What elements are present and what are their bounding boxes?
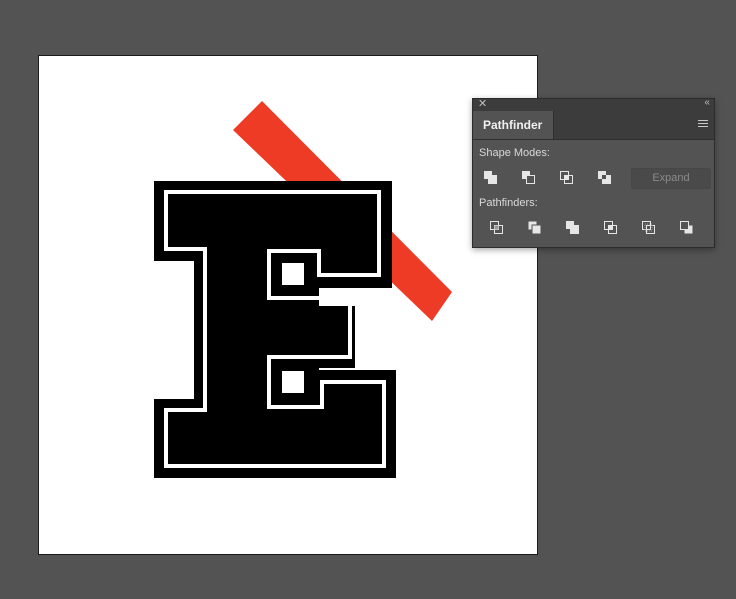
divide-icon[interactable] — [487, 218, 507, 238]
crop-icon[interactable] — [601, 218, 621, 238]
artwork-canvas[interactable] — [39, 56, 537, 554]
minus-front-icon[interactable] — [519, 168, 539, 188]
tab-pathfinder[interactable]: Pathfinder — [473, 111, 554, 139]
letter-e-lower-notch — [282, 371, 304, 393]
shape-modes-label: Shape Modes: — [479, 147, 550, 159]
panel-tab-bar: Pathfinder — [473, 111, 714, 140]
expand-button[interactable]: Expand — [631, 168, 711, 189]
collapse-panel-icon[interactable]: ‹‹ — [704, 97, 710, 108]
minus-back-icon[interactable] — [677, 218, 697, 238]
artboard[interactable] — [38, 55, 538, 555]
outline-icon[interactable] — [639, 218, 659, 238]
letter-e-upper-notch — [282, 263, 304, 285]
pathfinders-label: Pathfinders: — [479, 197, 538, 209]
panel-title-bar[interactable]: ✕ ‹‹ — [473, 97, 714, 111]
close-icon[interactable]: ✕ — [478, 97, 487, 110]
exclude-icon[interactable] — [595, 168, 615, 188]
trim-icon[interactable] — [525, 218, 545, 238]
merge-icon[interactable] — [563, 218, 583, 238]
panel-menu-icon[interactable] — [698, 120, 708, 129]
intersect-icon[interactable] — [557, 168, 577, 188]
letter-e-outer-shape[interactable] — [154, 181, 396, 478]
unite-icon[interactable] — [481, 168, 501, 188]
pathfinder-panel: ✕ ‹‹ Pathfinder Shape Modes: Expand Path… — [472, 97, 715, 248]
